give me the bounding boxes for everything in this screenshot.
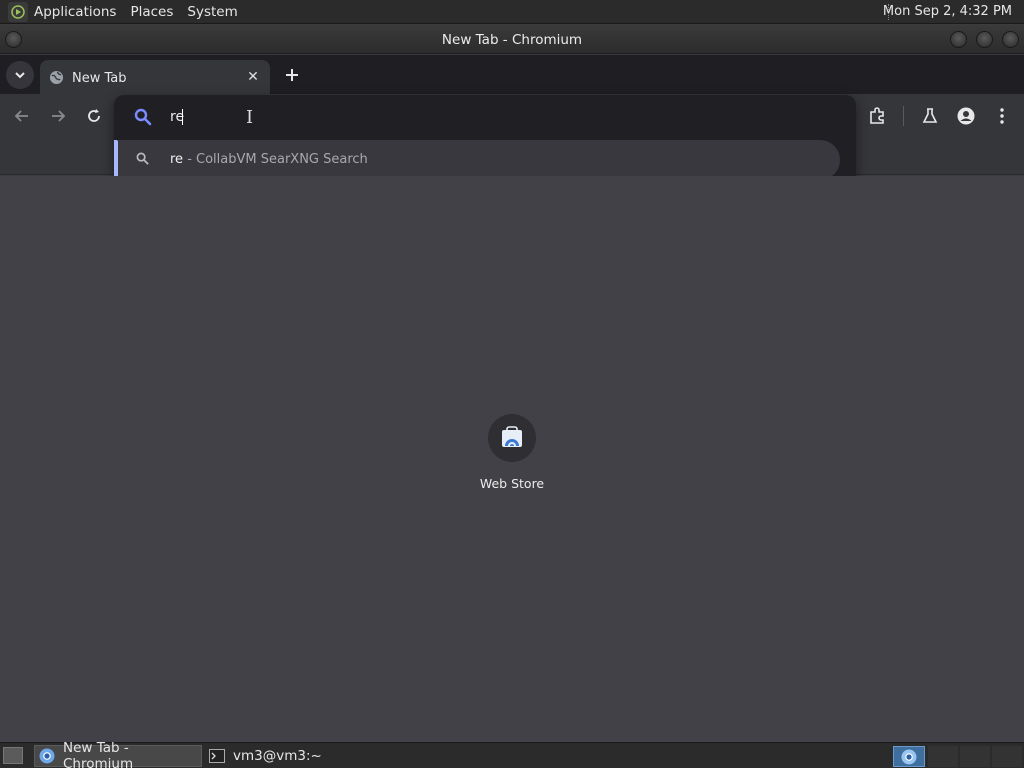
arrow-left-icon — [14, 110, 28, 122]
menu-system[interactable]: System — [187, 4, 237, 20]
chevron-down-icon — [15, 72, 25, 79]
clock[interactable]: Mon Sep 2, 4:32 PM — [883, 4, 1012, 19]
forward-button[interactable] — [45, 103, 71, 129]
labs-button[interactable] — [917, 103, 943, 129]
minimize-button[interactable] — [950, 31, 967, 48]
tab-new-tab[interactable]: New Tab ✕ — [40, 60, 270, 94]
reload-button[interactable] — [81, 103, 107, 129]
back-button[interactable] — [9, 103, 35, 129]
close-tab-icon[interactable]: ✕ — [244, 68, 262, 86]
puzzle-icon — [870, 107, 884, 124]
chromium-icon — [901, 749, 917, 764]
tab-title: New Tab — [72, 71, 127, 86]
flask-icon — [922, 108, 938, 123]
shortcut-web-store[interactable]: Web Store — [472, 414, 552, 491]
arrow-right-icon — [52, 110, 66, 122]
shortcut-label: Web Store — [479, 476, 545, 491]
search-icon — [134, 108, 152, 130]
taskbar-item-terminal[interactable]: vm3@vm3:~ — [205, 745, 373, 767]
menu-applications[interactable]: Applications — [34, 4, 116, 20]
toolbar-separator — [903, 106, 904, 126]
close-window-button[interactable] — [1002, 31, 1019, 48]
globe-icon — [49, 70, 64, 89]
new-tab-button[interactable] — [280, 63, 304, 87]
top-panel: Applications Places System Mon Sep 2, 4:… — [0, 0, 1024, 24]
workspace-4[interactable] — [992, 746, 1022, 767]
show-desktop-button[interactable] — [3, 747, 23, 764]
window-title: New Tab - Chromium — [441, 32, 583, 48]
tab-strip: New Tab ✕ — [0, 55, 1024, 94]
taskbar-item-chromium[interactable]: New Tab - Chromium — [34, 740, 202, 768]
workspace-3[interactable] — [960, 746, 990, 767]
kebab-menu-icon — [1000, 108, 1004, 124]
web-store-icon — [502, 426, 522, 447]
profile-icon — [957, 107, 975, 125]
applications-logo-icon[interactable] — [8, 1, 28, 22]
bottom-panel: New Tab - Chromium vm3@vm3:~ — [0, 740, 1024, 768]
chromium-icon — [39, 748, 55, 764]
plus-icon — [286, 69, 298, 81]
omnibox-suggestion[interactable]: re - CollabVM SearXNG Search — [114, 140, 840, 180]
suggestion-query: re — [170, 152, 184, 167]
menu-places[interactable]: Places — [130, 4, 173, 20]
maximize-button[interactable] — [976, 31, 993, 48]
suggestion-text: re - CollabVM SearXNG Search — [170, 152, 368, 167]
search-icon — [136, 152, 149, 169]
profile-button[interactable] — [953, 103, 979, 129]
new-tab-page: Web Store — [0, 176, 1024, 742]
suggestion-description: - CollabVM SearXNG Search — [183, 152, 368, 167]
taskbar-item-label: New Tab - Chromium — [63, 740, 134, 768]
text-caret — [182, 109, 183, 125]
selection-accent-bar — [114, 140, 118, 180]
terminal-icon — [209, 749, 225, 763]
taskbar-item-label: vm3@vm3:~ — [233, 748, 322, 764]
window-titlebar[interactable]: New Tab - Chromium — [0, 25, 1024, 54]
workspace-2[interactable] — [928, 746, 958, 767]
menu-button[interactable] — [989, 103, 1015, 129]
tab-search-button[interactable] — [6, 61, 34, 89]
reload-icon — [88, 109, 100, 122]
mouse-ibeam-cursor: I — [246, 107, 254, 128]
shortcut-icon-circle — [488, 414, 536, 462]
omnibox-popup: re I re - CollabVM SearXNG Search — [114, 95, 856, 187]
workspace-switcher-active[interactable] — [893, 746, 925, 767]
extensions-button[interactable] — [864, 103, 890, 129]
